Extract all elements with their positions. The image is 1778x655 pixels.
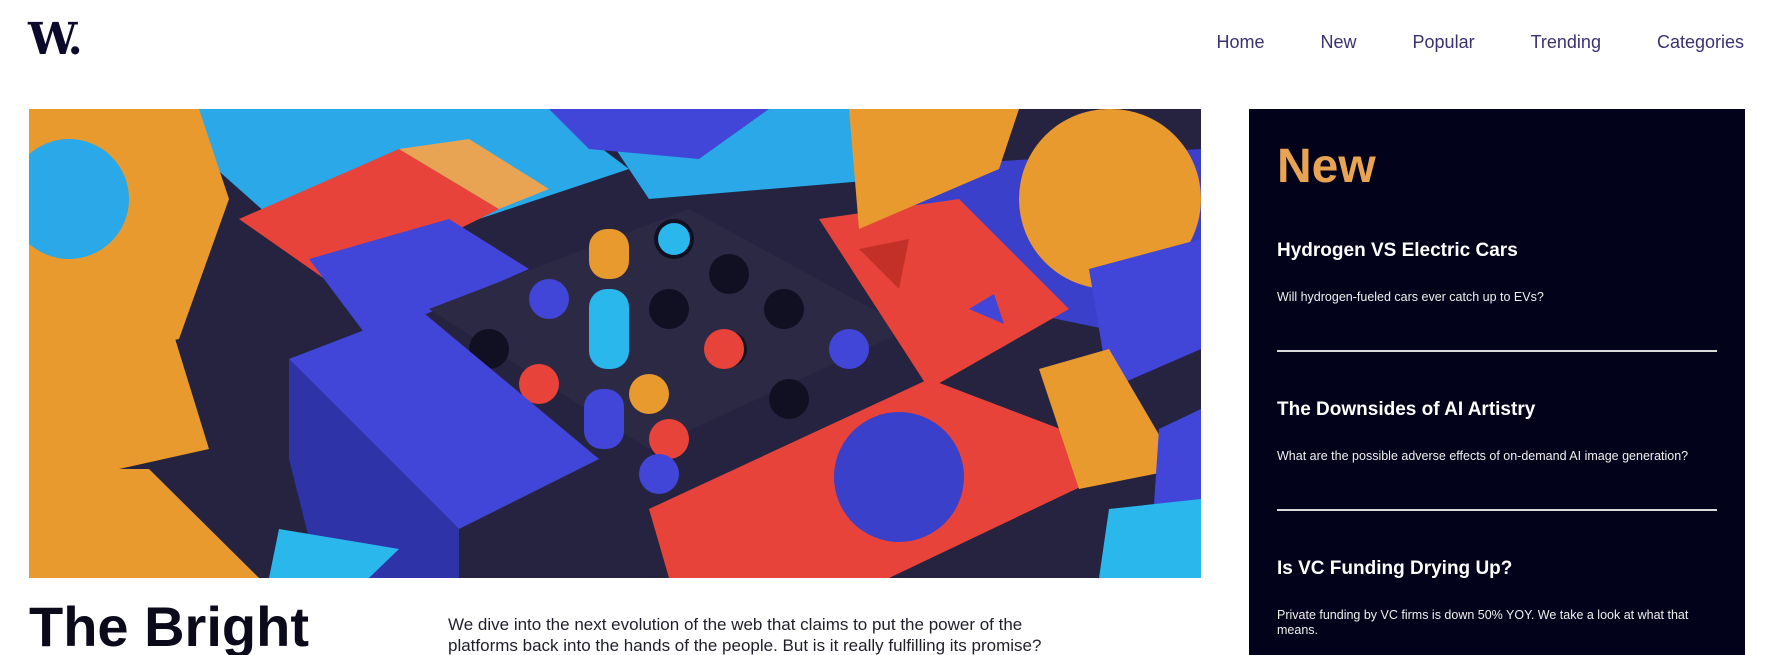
hero-illustration: [29, 109, 1201, 578]
article-intro: We dive into the next evolution of the w…: [448, 615, 1042, 655]
news-item-title[interactable]: Is VC Funding Drying Up?: [1277, 558, 1717, 580]
nav-item-trending[interactable]: Trending: [1531, 32, 1601, 53]
news-item-title[interactable]: Hydrogen VS Electric Cars: [1277, 240, 1717, 262]
news-divider: [1277, 350, 1717, 352]
news-item[interactable]: The Downsides of AI Artistry What are th…: [1277, 399, 1717, 464]
nav-item-home[interactable]: Home: [1217, 32, 1265, 53]
news-item-description: Private funding by VC firms is down 50% …: [1277, 608, 1689, 637]
nav-item-popular[interactable]: Popular: [1413, 32, 1475, 53]
news-item-description: Will hydrogen-fueled cars ever catch up …: [1277, 290, 1544, 304]
site-logo[interactable]: W.: [28, 18, 83, 62]
hero-image[interactable]: [29, 109, 1201, 578]
new-articles-panel: New Hydrogen VS Electric Cars Will hydro…: [1249, 109, 1745, 655]
main-nav: Home New Popular Trending Categories: [1217, 32, 1745, 53]
news-item-title[interactable]: The Downsides of AI Artistry: [1277, 399, 1717, 421]
nav-item-categories[interactable]: Categories: [1657, 32, 1744, 53]
news-item-description: What are the possible adverse effects of…: [1277, 449, 1689, 463]
sidebar-title: New: [1277, 140, 1376, 193]
article-headline[interactable]: The Bright: [29, 594, 309, 655]
news-item[interactable]: Is VC Funding Drying Up? Private funding…: [1277, 558, 1717, 638]
news-divider: [1277, 509, 1717, 511]
page: W. Home New Popular Trending Categories: [0, 0, 1778, 655]
news-item[interactable]: Hydrogen VS Electric Cars Will hydrogen-…: [1277, 240, 1717, 305]
nav-item-new[interactable]: New: [1321, 32, 1357, 53]
